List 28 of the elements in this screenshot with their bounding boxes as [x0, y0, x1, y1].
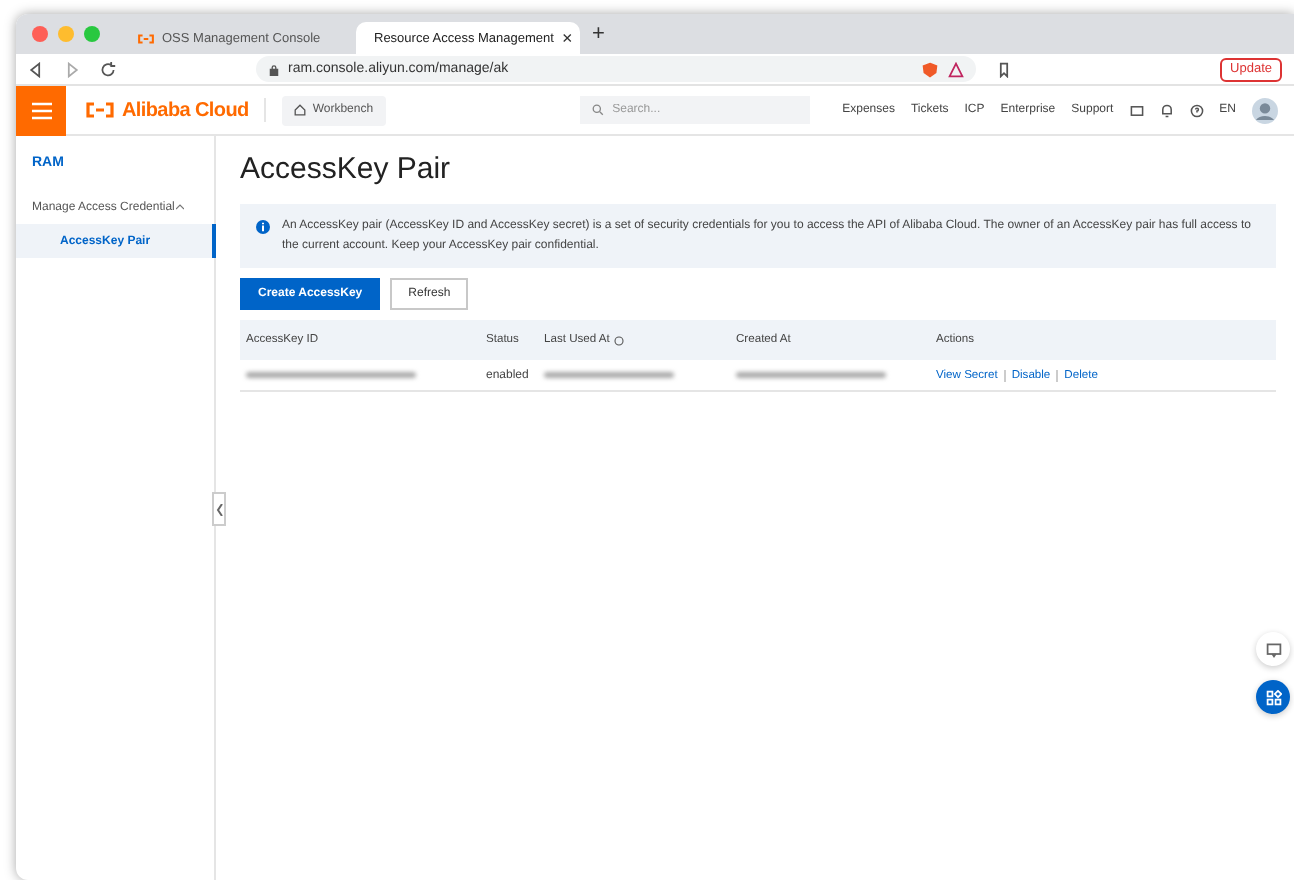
avatar[interactable] — [1252, 97, 1278, 123]
collapse-handle[interactable] — [212, 492, 226, 526]
forward-icon — [64, 61, 80, 77]
logo-text: Alibaba Cloud — [122, 99, 249, 121]
chevron-up-icon — [176, 204, 185, 210]
back-icon — [28, 61, 44, 77]
close-icon[interactable]: × — [561, 28, 573, 48]
home-icon — [294, 104, 307, 116]
redacted-value — [544, 372, 674, 378]
menu-icon — [31, 101, 51, 119]
search-icon — [592, 104, 605, 116]
grid-icon — [1265, 689, 1281, 705]
lock-icon — [268, 63, 280, 75]
tab-favicon — [138, 33, 154, 43]
new-tab-button[interactable]: + — [592, 22, 605, 46]
bell-icon — [1159, 103, 1174, 117]
page-title: AccessKey Pair — [240, 152, 453, 186]
feedback-button[interactable] — [1256, 632, 1290, 666]
close-window-button[interactable] — [32, 26, 48, 42]
triangle-icon — [948, 61, 964, 77]
menu-button[interactable] — [16, 85, 66, 135]
info-icon — [256, 220, 270, 234]
bookmark-icon — [996, 61, 1012, 77]
shield-icon — [922, 61, 938, 77]
apps-button[interactable] — [1256, 680, 1290, 714]
chat-icon — [1265, 641, 1281, 657]
logo-icon — [86, 102, 114, 118]
reload-icon — [100, 61, 116, 77]
